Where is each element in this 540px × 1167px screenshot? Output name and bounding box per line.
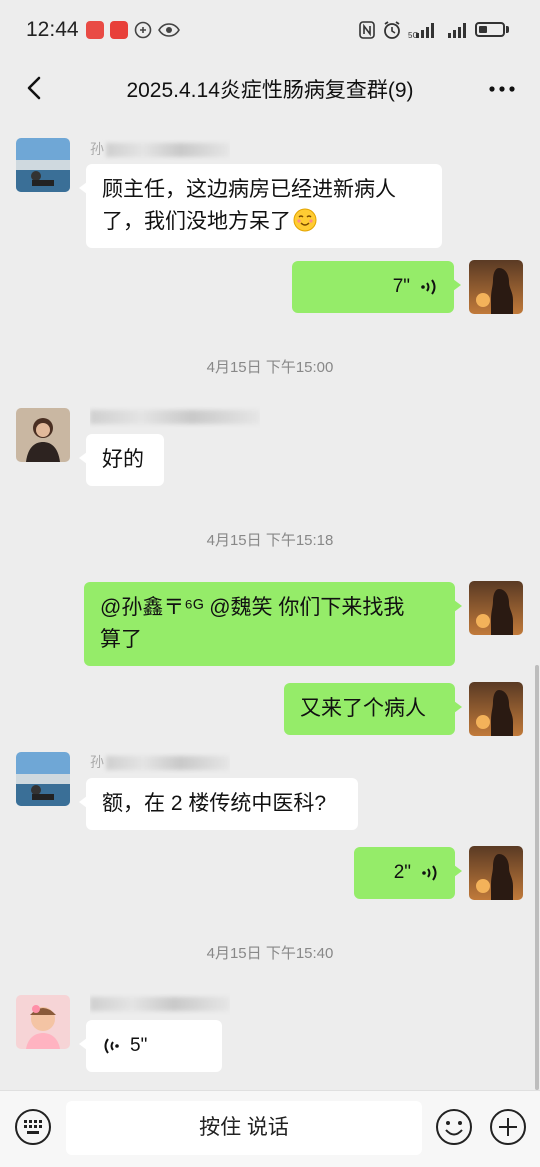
sender-name: 孙: [90, 139, 230, 161]
voice-message-bubble[interactable]: 7": [292, 261, 461, 313]
message-text: @孙鑫〒⁶ᴳ @魏笑 你们下来找我: [100, 596, 405, 619]
voice-message-bubble[interactable]: 5": [79, 1020, 222, 1072]
emoji-icon[interactable]: [435, 1108, 473, 1146]
svg-text:5G: 5G: [408, 31, 419, 39]
more-icon[interactable]: [486, 74, 518, 104]
timestamp: 4月15日 下午15:40: [206, 945, 334, 962]
sender-name: 孙: [90, 752, 230, 774]
sender-name: [90, 993, 230, 1015]
message-bubble[interactable]: 又来了个病人: [284, 683, 462, 735]
avatar[interactable]: [16, 138, 70, 192]
message-text: 额，在 2 楼传统中医科?: [102, 792, 327, 815]
message-bubble[interactable]: 好的: [79, 434, 164, 486]
avatar[interactable]: [16, 995, 70, 1049]
eye-icon: [158, 23, 180, 37]
avatar[interactable]: [16, 752, 70, 806]
voice-wave-icon: [104, 1038, 119, 1054]
my-avatar[interactable]: [469, 260, 523, 314]
hold-to-talk-button[interactable]: 按住 说话: [66, 1101, 422, 1155]
notification-icon: [134, 21, 152, 39]
chat-header: 2025.4.14炎症性肠病复查群(9): [0, 62, 540, 116]
nfc-icon: [359, 21, 375, 39]
my-avatar[interactable]: [469, 581, 523, 635]
app-notification-icon: [86, 21, 104, 39]
avatar[interactable]: [16, 408, 70, 462]
back-arrow-icon[interactable]: [20, 72, 52, 104]
smile-emoji-icon: [293, 208, 317, 232]
voice-wave-icon: [422, 865, 437, 881]
timestamp: 4月15日 下午15:18: [206, 532, 334, 549]
voice-wave-icon: [421, 279, 436, 295]
voice-duration: 7": [392, 276, 410, 297]
signal-icon: 5G: [408, 23, 434, 39]
status-bar: 12:44 5G: [0, 0, 540, 62]
status-time: 12:44: [26, 18, 79, 41]
voice-duration: 5": [130, 1035, 148, 1056]
message-bubble[interactable]: @孙鑫〒⁶ᴳ @魏笑 你们下来找我 算了: [84, 582, 462, 666]
battery-icon: [475, 22, 505, 37]
alarm-icon: [384, 21, 400, 39]
message-text: 好的: [102, 448, 144, 471]
message-text: 顾主任，这边病房已经进新病人: [102, 178, 396, 201]
message-text: 了，我们没地方呆了: [102, 206, 426, 238]
timestamp: 4月15日 下午15:00: [206, 359, 334, 376]
keyboard-icon[interactable]: [14, 1108, 52, 1146]
voice-duration: 2": [393, 862, 411, 883]
message-bubble[interactable]: 顾主任，这边病房已经进新病人 了，我们没地方呆了: [79, 164, 442, 248]
chat-title: 2025.4.14炎症性肠病复查群(9): [126, 79, 414, 102]
my-avatar[interactable]: [469, 846, 523, 900]
app-notification-icon: [110, 21, 128, 39]
plus-icon[interactable]: [489, 1108, 527, 1146]
message-text: 又来了个病人: [300, 697, 426, 720]
message-bubble[interactable]: 额，在 2 楼传统中医科?: [79, 778, 358, 830]
voice-message-bubble[interactable]: 2": [354, 847, 462, 899]
sender-name: [90, 406, 260, 428]
my-avatar[interactable]: [469, 682, 523, 736]
message-text: 算了: [100, 628, 142, 651]
signal-icon: [448, 23, 466, 38]
scrollbar[interactable]: [535, 665, 539, 1090]
